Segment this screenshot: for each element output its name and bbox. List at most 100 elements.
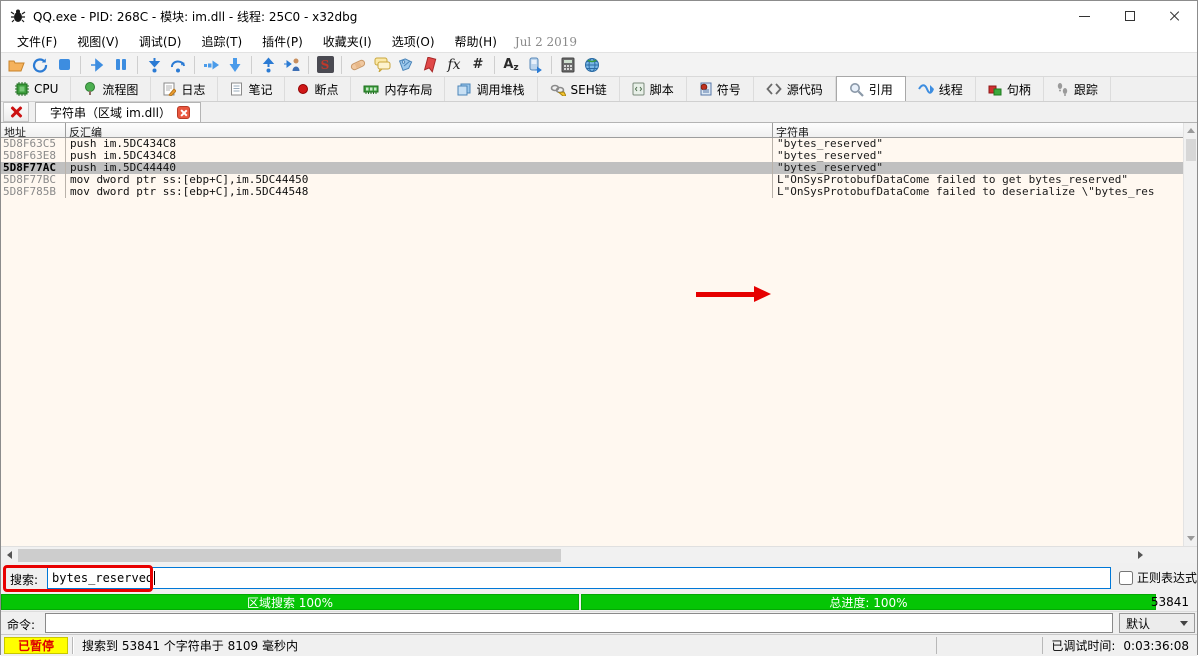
disassembly-cell: push im.5DC434C8 <box>66 150 773 162</box>
column-header-string[interactable]: 字符串 <box>773 123 1197 137</box>
tab-references[interactable]: 引用 <box>836 76 906 101</box>
window-controls <box>1062 1 1197 31</box>
maximize-button[interactable] <box>1107 1 1152 31</box>
step-into-button[interactable] <box>143 54 165 75</box>
toolbar-separator <box>251 56 252 74</box>
font-button[interactable]: Az <box>500 54 522 75</box>
tab-memory-map[interactable]: 内存布局 <box>351 77 445 101</box>
menu-favourites[interactable]: 收藏夹(I) <box>313 31 382 52</box>
table-row-selected[interactable]: 5D8F77AC push im.5DC44440 "bytes_reserve… <box>1 162 1197 174</box>
animate-into-button[interactable] <box>200 54 222 75</box>
close-all-references-button[interactable] <box>3 102 29 122</box>
horizontal-scroll-thumb[interactable] <box>18 549 561 562</box>
help-globe-button[interactable] <box>581 54 603 75</box>
open-file-button[interactable] <box>5 54 27 75</box>
label-button[interactable] <box>395 54 417 75</box>
tab-label: 日志 <box>181 81 205 98</box>
functions-button[interactable]: fx <box>443 54 465 75</box>
step-over-button[interactable] <box>167 54 189 75</box>
bookmark-button[interactable] <box>419 54 441 75</box>
patch-button[interactable] <box>347 54 369 75</box>
tab-cpu[interactable]: CPU <box>3 77 71 101</box>
table-row[interactable]: 5D8F77BC mov dword ptr ss:[ebp+C],im.5DC… <box>1 174 1197 186</box>
scroll-left-arrow[interactable] <box>1 547 18 564</box>
tab-graph[interactable]: 流程图 <box>71 77 151 101</box>
symbol-icon <box>699 82 712 96</box>
chevron-down-icon <box>1180 621 1188 626</box>
table-row[interactable]: 5D8F63E8 push im.5DC434C8 "bytes_reserve… <box>1 150 1197 162</box>
main-toolbar: S fx # Az <box>1 52 1197 77</box>
hash-icon: # <box>473 57 484 72</box>
column-header-address[interactable]: 地址 <box>1 123 66 137</box>
tab-handles[interactable]: 句柄 <box>976 77 1044 101</box>
tab-label: 笔记 <box>248 81 272 98</box>
calculator-button[interactable] <box>557 54 579 75</box>
tab-seh[interactable]: SEH链 <box>538 77 620 101</box>
restart-button[interactable] <box>29 54 51 75</box>
stop-button[interactable] <box>53 54 75 75</box>
menu-file[interactable]: 文件(F) <box>7 31 67 52</box>
tab-label: 断点 <box>314 81 338 98</box>
vertical-scroll-thumb[interactable] <box>1186 139 1196 161</box>
tab-threads[interactable]: 线程 <box>906 77 976 101</box>
tab-trace[interactable]: 跟踪 <box>1044 77 1111 101</box>
regex-checkbox[interactable] <box>1119 571 1133 585</box>
device-arrow-icon <box>527 57 543 73</box>
menu-view[interactable]: 视图(V) <box>67 31 129 52</box>
scroll-down-arrow[interactable] <box>1184 531 1197 546</box>
menu-help[interactable]: 帮助(H) <box>445 31 507 52</box>
source-button[interactable]: S <box>314 54 336 75</box>
comment-button[interactable] <box>371 54 393 75</box>
close-button[interactable] <box>1152 1 1197 31</box>
stop-icon <box>58 58 71 71</box>
address-cell: 5D8F63E8 <box>1 150 66 162</box>
run-button[interactable] <box>86 54 108 75</box>
minimize-button[interactable] <box>1062 1 1107 31</box>
command-profile-dropdown[interactable]: 默认 <box>1119 613 1195 633</box>
tab-source[interactable]: 源代码 <box>754 77 836 101</box>
tab-label: 流程图 <box>102 81 138 98</box>
pause-button[interactable] <box>110 54 132 75</box>
menu-debug[interactable]: 调试(D) <box>129 31 192 52</box>
tab-call-stack[interactable]: 调用堆栈 <box>445 77 537 101</box>
result-count: 53841 <box>1151 595 1189 609</box>
threads-icon <box>918 83 934 95</box>
search-input[interactable]: bytes_reserved <box>47 567 1111 589</box>
step-out-button[interactable] <box>257 54 279 75</box>
tab-label: SEH链 <box>571 81 607 98</box>
subtab-strings-im-dll[interactable]: 字符串（区域 im.dll） <box>35 102 201 122</box>
scroll-up-arrow[interactable] <box>1184 123 1197 138</box>
step-over-icon <box>170 57 186 73</box>
tab-label: CPU <box>34 82 58 96</box>
tab-breakpoints[interactable]: 断点 <box>285 77 351 101</box>
run-to-user-code-button[interactable] <box>281 54 303 75</box>
hash-button[interactable]: # <box>467 54 489 75</box>
tab-symbols[interactable]: 符号 <box>687 77 754 101</box>
scroll-right-arrow[interactable] <box>1132 547 1149 564</box>
table-row[interactable]: 5D8F785B mov dword ptr ss:[ebp+C],im.5DC… <box>1 186 1197 198</box>
disassembly-cell: push im.5DC44440 <box>66 162 773 174</box>
tab-label: 线程 <box>939 81 963 98</box>
tab-notes[interactable]: 笔记 <box>218 77 285 101</box>
tab-log[interactable]: 日志 <box>151 77 218 101</box>
close-all-icon <box>10 106 22 118</box>
progress-label: 区域搜索 100% <box>247 594 333 611</box>
toolbar-separator <box>80 56 81 74</box>
horizontal-scrollbar[interactable] <box>1 546 1197 563</box>
modules-button[interactable] <box>524 54 546 75</box>
string-cell: "bytes_reserved" <box>773 150 1197 162</box>
bug-app-icon <box>9 7 27 25</box>
command-input[interactable] <box>45 613 1113 633</box>
column-header-disassembly[interactable]: 反汇编 <box>66 123 773 137</box>
menu-trace[interactable]: 追踪(T) <box>191 31 252 52</box>
calculator-icon <box>561 57 575 73</box>
subtab-close-icon[interactable] <box>177 106 190 119</box>
menu-options[interactable]: 选项(O) <box>382 31 445 52</box>
menu-plugins[interactable]: 插件(P) <box>252 31 313 52</box>
table-row[interactable]: 5D8F63C5 push im.5DC434C8 "bytes_reserve… <box>1 138 1197 150</box>
tab-script[interactable]: 脚本 <box>620 77 687 101</box>
globe-icon <box>584 57 600 73</box>
fx-icon: fx <box>447 57 460 73</box>
vertical-scrollbar[interactable] <box>1183 123 1197 546</box>
animate-over-button[interactable] <box>224 54 246 75</box>
